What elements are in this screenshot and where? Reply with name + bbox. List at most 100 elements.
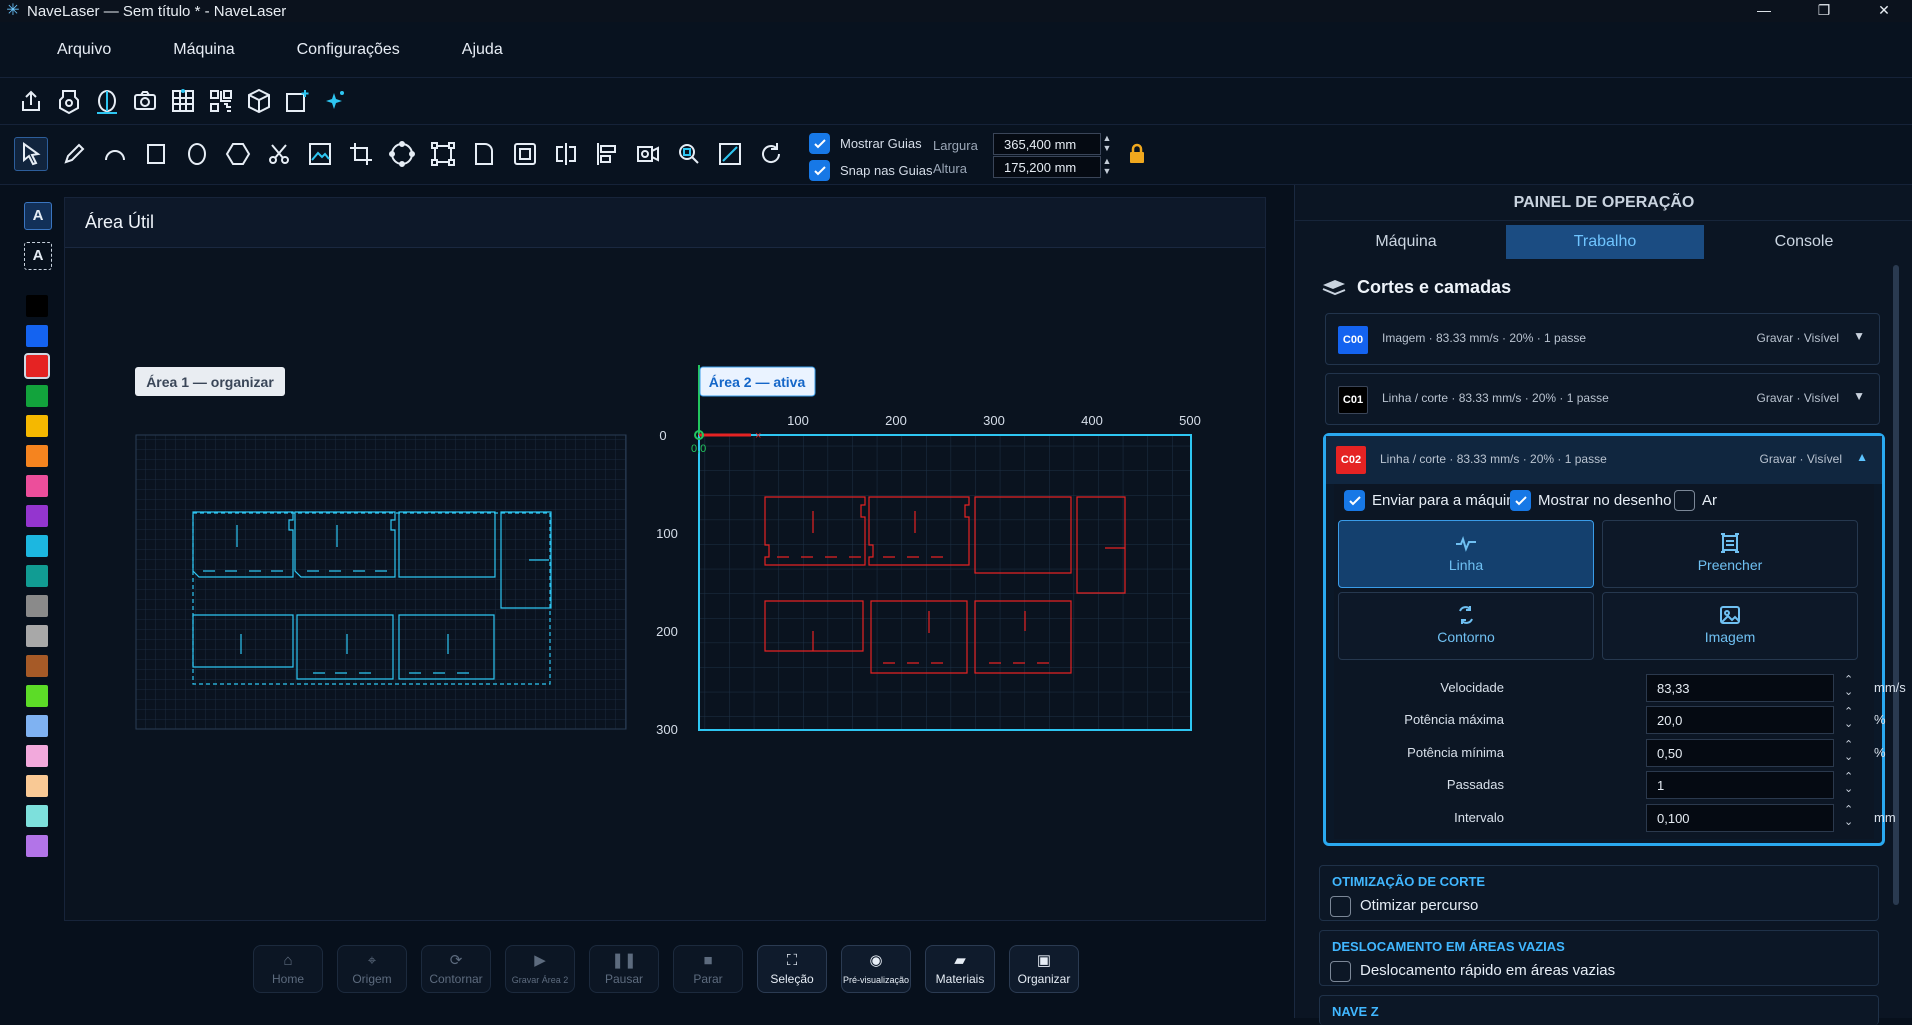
color-swatch[interactable] bbox=[26, 685, 48, 707]
scissors-icon[interactable] bbox=[262, 137, 296, 171]
bounding-box-icon[interactable] bbox=[426, 137, 460, 171]
color-swatch[interactable] bbox=[26, 415, 48, 437]
pencil-icon[interactable] bbox=[57, 137, 91, 171]
width-stepper[interactable]: ▲ ▼ bbox=[1100, 133, 1114, 153]
align-icon[interactable] bbox=[590, 137, 624, 171]
snap-guides-checkbox[interactable] bbox=[809, 160, 830, 181]
contour-button[interactable]: ⟳ Contornar bbox=[421, 945, 491, 993]
mode-image-button[interactable]: Imagem bbox=[1602, 592, 1858, 660]
layer-row-c01[interactable]: C01 Linha / corte · 83.33 mm/s · 20% · 1… bbox=[1325, 373, 1880, 425]
text-tool-icon[interactable]: A bbox=[24, 202, 52, 230]
color-swatch[interactable] bbox=[24, 353, 50, 379]
ellipse-icon[interactable] bbox=[180, 137, 214, 171]
magic-star-icon[interactable] bbox=[318, 84, 352, 118]
height-field[interactable]: 175,200 mm bbox=[993, 156, 1101, 178]
chevron-up-icon[interactable]: ▲ bbox=[1856, 450, 1868, 464]
mode-fill-button[interactable]: Preencher bbox=[1602, 520, 1858, 588]
tab-trabalho[interactable]: Trabalho bbox=[1506, 225, 1704, 259]
send-to-machine-checkbox[interactable] bbox=[1344, 490, 1365, 511]
color-swatch[interactable] bbox=[26, 475, 48, 497]
layer-row-c00[interactable]: C00 Imagem · 83.33 mm/s · 20% · 1 passe … bbox=[1325, 313, 1880, 365]
measure-icon[interactable] bbox=[713, 137, 747, 171]
rotary-icon[interactable] bbox=[90, 84, 124, 118]
menu-maquina[interactable]: Máquina bbox=[173, 41, 234, 59]
layer-row-c02[interactable]: C02 Linha / corte · 83.33 mm/s · 20% · 1… bbox=[1326, 436, 1882, 484]
laser-head-icon[interactable] bbox=[52, 84, 86, 118]
qr-code-icon[interactable] bbox=[204, 84, 238, 118]
offset-icon[interactable] bbox=[508, 137, 542, 171]
camera-position-icon[interactable] bbox=[631, 137, 665, 171]
interval-input[interactable]: 0,100 bbox=[1646, 804, 1834, 832]
organize-button[interactable]: ▣ Organizar bbox=[1009, 945, 1079, 993]
chevron-down-icon[interactable]: ▼ bbox=[1853, 389, 1865, 403]
grid-array-icon[interactable] bbox=[166, 84, 200, 118]
pause-button[interactable]: ❚❚ Pausar bbox=[589, 945, 659, 993]
menu-configuracoes[interactable]: Configurações bbox=[297, 41, 400, 59]
rotate-icon[interactable] bbox=[754, 137, 788, 171]
tab-console[interactable]: Console bbox=[1705, 225, 1903, 259]
max-power-stepper[interactable]: ⌃ ⌄ bbox=[1844, 706, 1853, 730]
home-button[interactable]: ⌂ Home bbox=[253, 945, 323, 993]
color-swatch[interactable] bbox=[26, 655, 48, 677]
rectangle-icon[interactable] bbox=[139, 137, 173, 171]
color-swatch[interactable] bbox=[26, 565, 48, 587]
select-tool-icon[interactable] bbox=[14, 137, 48, 171]
preview-button[interactable]: ◉ Pré-visualização bbox=[841, 945, 911, 993]
close-button[interactable]: ✕ bbox=[1856, 0, 1912, 22]
color-swatch[interactable] bbox=[26, 625, 48, 647]
menu-arquivo[interactable]: Arquivo bbox=[57, 41, 111, 59]
materials-button[interactable]: ▰ Materiais bbox=[925, 945, 995, 993]
color-swatch[interactable] bbox=[26, 775, 48, 797]
new-frame-icon[interactable] bbox=[280, 84, 314, 118]
speed-stepper[interactable]: ⌃ ⌄ bbox=[1844, 674, 1853, 698]
width-field[interactable]: 365,400 mm bbox=[993, 133, 1101, 155]
tab-maquina[interactable]: Máquina bbox=[1307, 225, 1505, 259]
color-swatch[interactable] bbox=[26, 835, 48, 857]
min-power-stepper[interactable]: ⌃ ⌄ bbox=[1844, 739, 1853, 763]
color-swatch[interactable] bbox=[26, 715, 48, 737]
maximize-button[interactable]: ❐ bbox=[1796, 0, 1852, 22]
node-edit-icon[interactable] bbox=[385, 137, 419, 171]
menu-ajuda[interactable]: Ajuda bbox=[462, 41, 503, 59]
passes-stepper[interactable]: ⌃ ⌄ bbox=[1844, 771, 1853, 795]
canvas-drawing[interactable]: Área 1 — organizar × 0,0 100 200 300 400… bbox=[65, 249, 1265, 921]
stop-button[interactable]: ■ Parar bbox=[673, 945, 743, 993]
camera-icon[interactable] bbox=[128, 84, 162, 118]
max-power-input[interactable]: 20,0 bbox=[1646, 706, 1834, 734]
mirror-icon[interactable] bbox=[549, 137, 583, 171]
origin-button[interactable]: ⌖ Origem bbox=[337, 945, 407, 993]
text-frame-tool-icon[interactable]: A bbox=[24, 242, 52, 270]
export-icon[interactable] bbox=[14, 84, 48, 118]
show-guides-checkbox[interactable] bbox=[809, 133, 830, 154]
color-swatch[interactable] bbox=[26, 385, 48, 407]
mode-line-button[interactable]: Linha bbox=[1338, 520, 1594, 588]
optimize-path-checkbox[interactable] bbox=[1330, 896, 1351, 917]
arc-icon[interactable] bbox=[98, 137, 132, 171]
engrave-area2-button[interactable]: ▶ Gravar Área 2 bbox=[505, 945, 575, 993]
chevron-down-icon[interactable]: ▼ bbox=[1853, 329, 1865, 343]
selection-button[interactable]: ⛶ Seleção bbox=[757, 945, 827, 993]
color-swatch[interactable] bbox=[26, 295, 48, 317]
rounded-corner-icon[interactable] bbox=[467, 137, 501, 171]
minimize-button[interactable]: — bbox=[1736, 0, 1792, 22]
show-in-drawing-checkbox[interactable] bbox=[1510, 490, 1531, 511]
passes-input[interactable]: 1 bbox=[1646, 771, 1834, 799]
height-stepper[interactable]: ▲ ▼ bbox=[1100, 156, 1114, 176]
lock-ratio-icon[interactable] bbox=[1122, 139, 1152, 169]
color-swatch[interactable] bbox=[26, 535, 48, 557]
color-swatch[interactable] bbox=[26, 445, 48, 467]
interval-stepper[interactable]: ⌃ ⌄ bbox=[1844, 804, 1853, 828]
zoom-icon[interactable] bbox=[672, 137, 706, 171]
color-swatch[interactable] bbox=[26, 805, 48, 827]
air-assist-checkbox[interactable] bbox=[1674, 490, 1695, 511]
image-trace-icon[interactable] bbox=[303, 137, 337, 171]
color-swatch[interactable] bbox=[26, 505, 48, 527]
color-swatch[interactable] bbox=[26, 745, 48, 767]
fast-travel-checkbox[interactable] bbox=[1330, 961, 1351, 982]
polygon-icon[interactable] bbox=[221, 137, 255, 171]
color-swatch[interactable] bbox=[26, 325, 48, 347]
crop-icon[interactable] bbox=[344, 137, 378, 171]
mode-contour-button[interactable]: Contorno bbox=[1338, 592, 1594, 660]
speed-input[interactable]: 83,33 bbox=[1646, 674, 1834, 702]
box-3d-icon[interactable] bbox=[242, 84, 276, 118]
